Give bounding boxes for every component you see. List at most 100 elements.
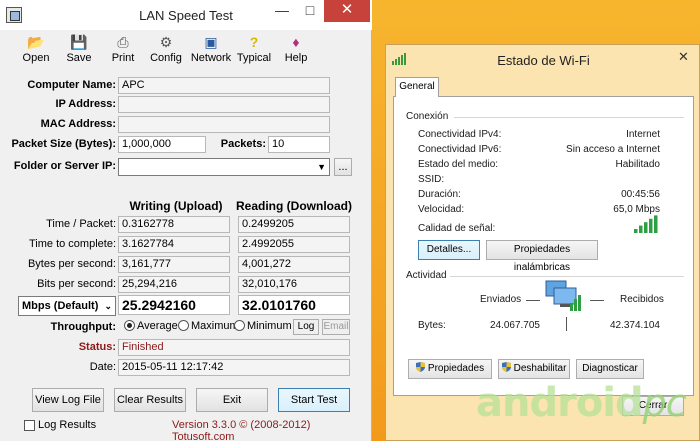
close-button[interactable]: ✕ [324,0,370,22]
network-icon: ▣ [204,34,218,50]
network-button[interactable]: ▣ Network [190,34,232,64]
throughput-average-radio[interactable]: Average [124,320,178,332]
bytes-divider [566,317,567,331]
chevron-down-icon: ⌄ [104,301,112,311]
typical-label: Typical [236,52,272,64]
mbps-write: 25.2942160 [118,295,230,315]
watermark-text-pc: pc [642,381,687,425]
packets-input[interactable]: 10 [268,136,330,153]
androidpc-watermark: androidpc [476,380,687,426]
exit-button[interactable]: Exit [196,388,268,412]
ipv6-value: Sin acceso a Internet [566,144,660,155]
signal-bar [654,215,658,233]
radio-icon [234,320,245,331]
help-book-icon: ♦ [292,34,300,50]
ipv4-label: Conectividad IPv4: [418,129,502,140]
reading-header: Reading (Download) [236,199,352,213]
open-button[interactable]: 📂 Open [22,34,50,64]
start-test-button[interactable]: Start Test [278,388,350,412]
bytes-sent-value: 24.067.705 [489,320,540,331]
speed-label: Velocidad: [418,204,465,215]
bits-per-second-read: 32,010,176 [238,276,350,293]
question-icon: ? [249,34,259,50]
minimize-button[interactable]: — [268,0,296,22]
signal-bar [639,225,643,233]
media-state-label: Estado del medio: [418,159,499,170]
throughput-label: Throughput: [50,321,116,333]
time-per-packet-label: Time / Packet: [46,218,116,230]
maximize-button[interactable]: □ [296,0,324,22]
maximum-label: Maximum [191,320,239,332]
view-log-file-button[interactable]: View Log File [32,388,104,412]
ipv6-label: Conectividad IPv6: [418,144,502,155]
print-label: Print [111,52,135,64]
print-button[interactable]: ⎙ Print [108,34,138,64]
mbps-read: 32.0101760 [238,295,350,315]
received-label: Recibidos [620,294,664,305]
bits-per-second-label: Bits per second: [37,278,116,290]
time-to-complete-label: Time to complete: [28,238,116,250]
speed-value: 65,0 Mbps [613,204,660,215]
wireless-properties-button[interactable]: Propiedades inalámbricas [486,240,598,273]
bytes-label: Bytes: [418,320,446,331]
sent-label: Enviados [480,294,522,305]
shield-icon [501,362,511,372]
help-button[interactable]: ♦ Help [282,34,310,64]
gears-icon: ⚙ [159,34,173,50]
log-results-checkbox[interactable] [24,420,35,431]
email-button[interactable]: Email [322,319,350,335]
tab-general[interactable]: General [395,77,439,97]
config-label: Config [150,52,182,64]
sent-line [526,300,540,301]
ip-address-field [118,96,330,113]
disable-label: Deshabilitar [513,363,567,374]
details-button[interactable]: Detalles... [418,240,480,260]
throughput-minimum-radio[interactable]: Minimum [234,320,292,332]
radio-selected-icon [124,320,135,331]
duration-value: 00:45:56 [621,189,660,200]
folder-open-icon: 📂 [27,34,45,50]
lan-speed-test-window: LAN Speed Test — □ ✕ 📂 Open 💾 Save ⎙ Pri… [0,0,372,441]
config-button[interactable]: ⚙ Config [148,34,184,64]
save-button[interactable]: 💾 Save [64,34,94,64]
status-label: Status: [78,341,116,353]
section-divider [454,117,684,118]
mac-address-label: MAC Address: [40,118,116,130]
packet-size-input[interactable]: 1,000,000 [118,136,206,153]
received-line [590,300,604,301]
folder-server-select[interactable]: ▼ [118,158,330,176]
disable-button[interactable]: Deshabilitar [498,359,570,379]
mac-address-field [118,116,330,133]
bytes-per-second-label: Bytes per second: [27,258,116,270]
status-field: Finished [118,339,350,356]
wifi-window-title: Estado de Wi-Fi [497,53,590,68]
signal-quality-bars-icon [634,215,658,233]
wifi-title-bar: Estado de Wi-Fi ✕ [386,45,700,73]
throughput-maximum-radio[interactable]: Maximum [178,320,239,332]
log-button[interactable]: Log [293,319,319,335]
bits-per-second-write: 25,294,216 [118,276,230,293]
ssid-label: SSID: [418,174,445,185]
diagnose-button[interactable]: Diagnosticar [576,359,644,379]
date-label: Date: [89,361,116,373]
browse-button[interactable]: ... [334,158,352,176]
time-to-complete-read: 2.4992055 [238,236,350,253]
packet-size-label: Packet Size (Bytes): [11,138,116,150]
toolbar: 📂 Open 💾 Save ⎙ Print ⚙ Config ▣ Network… [0,34,372,68]
typical-button[interactable]: ? Typical [236,34,272,64]
unit-select[interactable]: Mbps (Default) ⌄ [18,296,116,316]
packets-label: Packets: [220,138,266,150]
bytes-per-second-write: 3,161,777 [118,256,230,273]
bytes-per-second-read: 4,001,272 [238,256,350,273]
close-icon[interactable]: ✕ [678,49,689,65]
wifi-general-panel: Conexión Conectividad IPv4: Internet Con… [393,96,694,396]
shield-icon [415,362,425,372]
time-per-packet-write: 0.3162778 [118,216,230,233]
properties-button[interactable]: Propiedades [408,359,492,379]
section-divider [450,276,684,277]
log-results-label: Log Results [38,419,97,431]
ipv4-value: Internet [626,129,660,140]
clear-results-button[interactable]: Clear Results [114,388,186,412]
signal-bar [649,218,653,233]
network-label: Network [190,52,232,64]
